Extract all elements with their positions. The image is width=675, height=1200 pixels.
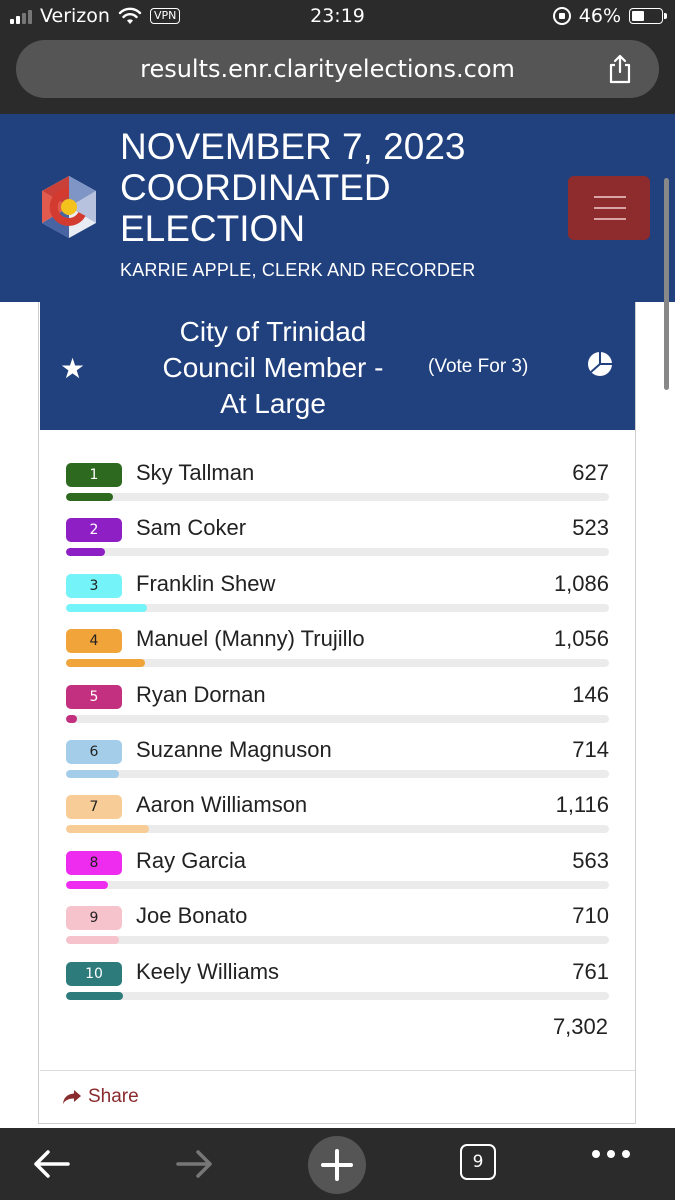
card-divider: [40, 1070, 635, 1071]
contest-title-line: City of Trinidad: [179, 316, 367, 347]
vote-bar-track: [66, 881, 609, 889]
candidate-number-badge: 3: [66, 574, 122, 598]
candidate-row: 2 Sam Coker 523: [66, 515, 609, 568]
vote-bar: [66, 548, 105, 556]
candidate-votes: 627: [572, 460, 609, 485]
candidate-name: Ryan Dornan: [136, 682, 266, 707]
candidate-votes: 146: [572, 682, 609, 707]
candidate-name: Sam Coker: [136, 515, 247, 540]
rotation-lock-icon: [552, 7, 571, 25]
vote-bar-track: [66, 548, 609, 556]
forward-arrow-icon[interactable]: [172, 1142, 216, 1186]
candidate-number-badge: 2: [66, 518, 122, 542]
new-tab-button[interactable]: [308, 1136, 366, 1194]
candidate-votes: 523: [572, 515, 609, 540]
vote-bar-track: [66, 936, 609, 944]
browser-toolbar: results.enr.clarityelections.com: [0, 34, 675, 114]
vote-bar: [66, 604, 147, 612]
vote-bar: [66, 493, 113, 501]
share-arrow-icon: [63, 1090, 81, 1104]
status-right: 46%: [552, 5, 667, 27]
candidate-number-badge: 8: [66, 851, 122, 875]
contest-title-line: Council Member -: [162, 352, 384, 383]
candidate-votes: 563: [572, 848, 609, 873]
candidate-name: Franklin Shew: [136, 571, 276, 596]
candidate-votes: 714: [572, 737, 609, 762]
vote-bar: [66, 936, 119, 944]
pie-chart-icon[interactable]: [586, 350, 614, 378]
plus-icon: [321, 1149, 353, 1181]
battery-icon: [629, 8, 667, 24]
candidate-row: 3 Franklin Shew 1,086: [66, 571, 609, 624]
vote-bar-track: [66, 992, 609, 1000]
candidate-number-badge: 5: [66, 685, 122, 709]
colorado-logo-icon: [42, 176, 96, 238]
battery-percent: 46%: [578, 5, 621, 27]
vote-bar-track: [66, 659, 609, 667]
url-text[interactable]: results.enr.clarityelections.com: [16, 40, 599, 98]
vote-bar: [66, 715, 77, 723]
candidate-number-badge: 1: [66, 463, 122, 487]
vote-for-label: (Vote For 3): [428, 356, 529, 377]
contest-header: ★ City of Trinidad Council Member - At L…: [40, 302, 635, 430]
candidate-row: 1 Sky Tallman 627: [66, 460, 609, 513]
page-title: NOVEMBER 7, 2023 COORDINATED ELECTION: [120, 126, 540, 249]
candidate-row: 4 Manuel (Manny) Trujillo 1,056: [66, 626, 609, 679]
address-bar[interactable]: results.enr.clarityelections.com: [16, 40, 659, 98]
candidate-name: Suzanne Magnuson: [136, 737, 332, 762]
back-arrow-icon[interactable]: [30, 1142, 74, 1186]
candidate-row: 10 Keely Williams 761: [66, 959, 609, 1012]
status-bar: Verizon VPN 23:19 46%: [0, 0, 675, 34]
candidate-row: 6 Suzanne Magnuson 714: [66, 737, 609, 790]
share-icon[interactable]: [607, 54, 633, 84]
title-line: COORDINATED: [120, 167, 391, 208]
vote-bar: [66, 825, 149, 833]
page-scrollbar[interactable]: [664, 178, 669, 390]
share-link[interactable]: Share: [62, 1086, 139, 1108]
candidate-name: Manuel (Manny) Trujillo: [136, 626, 365, 651]
candidate-name: Aaron Williamson: [136, 792, 308, 817]
candidate-row: 8 Ray Garcia 563: [66, 848, 609, 901]
tabs-button[interactable]: 9: [460, 1144, 496, 1180]
vote-bar: [66, 659, 145, 667]
total-votes: 7,302: [552, 1014, 608, 1039]
candidate-number-badge: 4: [66, 629, 122, 653]
candidate-row: 5 Ryan Dornan 146: [66, 682, 609, 735]
title-line: NOVEMBER 7, 2023: [120, 126, 466, 167]
vote-bar: [66, 992, 123, 1000]
candidate-votes: 710: [572, 903, 609, 928]
candidate-row: 9 Joe Bonato 710: [66, 903, 609, 956]
vote-bar-track: [66, 493, 609, 501]
candidate-votes: 1,056: [553, 626, 609, 651]
title-line: ELECTION: [120, 208, 306, 249]
candidate-number-badge: 10: [66, 962, 122, 986]
vote-bar-track: [66, 825, 609, 833]
star-icon[interactable]: ★: [60, 352, 85, 385]
hamburger-menu-button[interactable]: [568, 176, 650, 240]
vote-bar-track: [66, 604, 609, 612]
site-header: NOVEMBER 7, 2023 COORDINATED ELECTION KA…: [0, 114, 675, 302]
candidate-name: Keely Williams: [136, 959, 280, 984]
vote-bar: [66, 770, 120, 778]
contest-title: City of Trinidad Council Member - At Lar…: [135, 314, 411, 422]
candidate-row: 7 Aaron Williamson 1,116: [66, 792, 609, 845]
vote-bar-track: [66, 715, 609, 723]
more-options-icon[interactable]: [592, 1150, 630, 1158]
candidate-name: Joe Bonato: [136, 903, 248, 928]
candidate-number-badge: 6: [66, 740, 122, 764]
candidate-name: Sky Tallman: [136, 460, 255, 485]
share-label[interactable]: Share: [88, 1086, 139, 1108]
browser-bottom-bar: 9: [0, 1128, 675, 1200]
candidate-name: Ray Garcia: [136, 848, 247, 873]
candidate-votes: 1,116: [555, 792, 609, 817]
candidate-votes: 1,086: [553, 571, 609, 596]
page-subtitle: KARRIE APPLE, CLERK AND RECORDER: [120, 260, 476, 280]
candidate-number-badge: 9: [66, 906, 122, 930]
vote-bar-track: [66, 770, 609, 778]
contest-title-line: At Large: [220, 388, 326, 419]
candidate-votes: 761: [572, 959, 609, 984]
vote-bar: [66, 881, 108, 889]
candidate-number-badge: 7: [66, 795, 122, 819]
